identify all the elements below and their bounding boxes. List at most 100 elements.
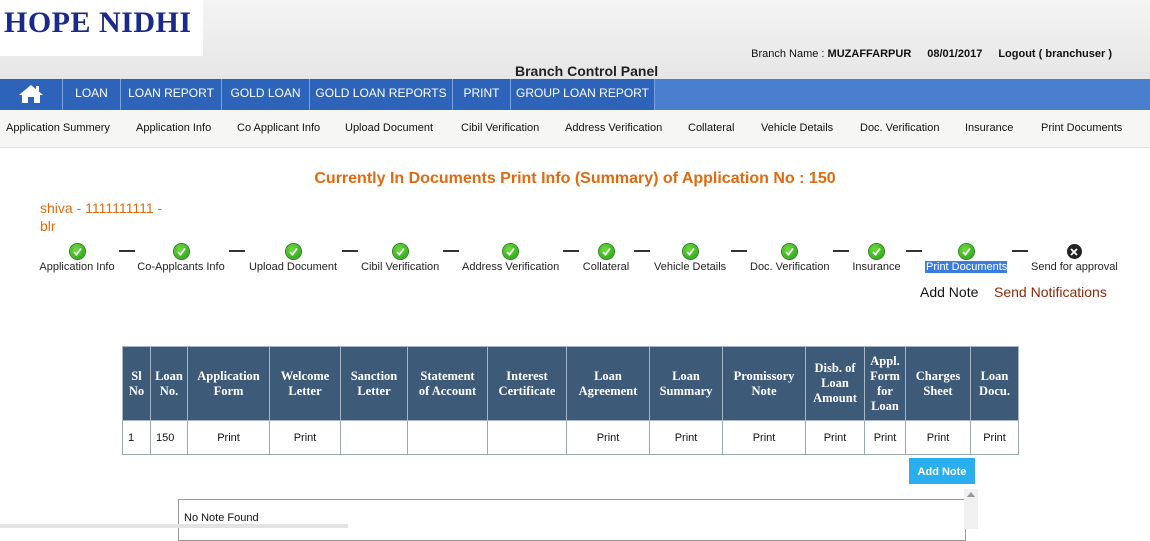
step-label: Upload Document bbox=[248, 261, 338, 273]
subnav-upload-document[interactable]: Upload Document bbox=[345, 122, 433, 134]
notes-list[interactable]: No Note Found bbox=[178, 499, 966, 541]
subnav-address-verification[interactable]: Address Verification bbox=[565, 122, 662, 134]
step-label: Co-Applcants Info bbox=[137, 261, 225, 273]
empty-notes-text: No Note Found bbox=[184, 512, 259, 524]
scroll-up-icon[interactable] bbox=[967, 492, 975, 497]
step-cibil-verification[interactable]: Cibil Verification bbox=[361, 244, 439, 273]
print-appl-form-link[interactable]: Print bbox=[864, 420, 906, 455]
notes-scrollbar[interactable] bbox=[964, 489, 978, 529]
check-icon bbox=[173, 244, 189, 259]
col-loan-no: Loan No. bbox=[150, 346, 188, 421]
current-date: 08/01/2017 bbox=[927, 48, 983, 60]
step-label: Address Verification bbox=[462, 261, 560, 273]
step-doc-verification[interactable]: Doc. Verification bbox=[750, 244, 830, 273]
applicant-line-2: blr bbox=[40, 218, 56, 234]
col-disb-of-loan-amount: Disb. of Loan Amount bbox=[805, 346, 865, 421]
step-print-documents[interactable]: Print Documents bbox=[925, 244, 1007, 273]
table-row: 1 150 Print Print Print Print Print Prin… bbox=[122, 420, 1019, 455]
step-connector bbox=[833, 250, 849, 252]
print-charges-sheet-link[interactable]: Print bbox=[905, 420, 971, 455]
main-nav: LOAN LOAN REPORT GOLD LOAN GOLD LOAN REP… bbox=[0, 79, 1150, 110]
page-heading: Currently In Documents Print Info (Summa… bbox=[314, 170, 836, 187]
col-loan-docu: Loan Docu. bbox=[970, 346, 1019, 421]
branch-label: Branch Name : bbox=[751, 48, 828, 60]
step-application-info[interactable]: Application Info bbox=[39, 244, 115, 273]
nav-loan-report[interactable]: LOAN REPORT bbox=[121, 79, 222, 110]
step-address-verification[interactable]: Address Verification bbox=[462, 244, 560, 273]
nav-gold-loan-reports[interactable]: GOLD LOAN REPORTS bbox=[310, 79, 453, 110]
branch-name: MUZAFFARPUR bbox=[827, 48, 912, 60]
applicant-line-1: shiva - 1111111111 - bbox=[40, 200, 163, 216]
check-icon bbox=[285, 244, 301, 259]
print-loan-summary-link[interactable]: Print bbox=[649, 420, 723, 455]
col-sanction-letter: Sanction Letter bbox=[340, 346, 408, 421]
print-promissory-note-link[interactable]: Print bbox=[722, 420, 806, 455]
step-collateral[interactable]: Collateral bbox=[582, 244, 630, 273]
application-subnav: Application Summery Application Info Co … bbox=[0, 110, 1150, 148]
subnav-collateral[interactable]: Collateral bbox=[688, 122, 734, 134]
send-notifications-link[interactable]: Send Notifications bbox=[994, 284, 1107, 300]
subnav-co-applicant-info[interactable]: Co Applicant Info bbox=[237, 122, 320, 134]
print-disb-loan-amount-link[interactable]: Print bbox=[805, 420, 865, 455]
print-welcome-letter-link[interactable]: Print bbox=[269, 420, 341, 455]
subnav-application-info[interactable]: Application Info bbox=[136, 122, 211, 134]
print-loan-agreement-link[interactable]: Print bbox=[566, 420, 650, 455]
step-insurance[interactable]: Insurance bbox=[851, 244, 902, 273]
print-loan-docu-link[interactable]: Print bbox=[970, 420, 1019, 455]
col-loan-summary: Loan Summary bbox=[649, 346, 723, 421]
step-label: Vehicle Details bbox=[654, 261, 727, 273]
subnav-application-summery[interactable]: Application Summery bbox=[6, 122, 110, 134]
step-connector bbox=[906, 250, 922, 252]
step-connector bbox=[731, 250, 747, 252]
nav-group-loan-report[interactable]: GROUP LOAN REPORT bbox=[511, 79, 655, 110]
step-connector bbox=[634, 250, 650, 252]
subnav-insurance[interactable]: Insurance bbox=[965, 122, 1013, 134]
nav-gold-loan[interactable]: GOLD LOAN bbox=[222, 79, 310, 110]
home-icon bbox=[19, 85, 43, 103]
documents-table: Sl No Loan No. Application Form Welcome Lett… bbox=[122, 346, 1019, 455]
col-sl-no: Sl No bbox=[122, 346, 151, 421]
cell-loan-no: 150 bbox=[150, 420, 188, 455]
nav-loan[interactable]: LOAN bbox=[63, 79, 121, 110]
step-connector bbox=[229, 250, 245, 252]
step-vehicle-details[interactable]: Vehicle Details bbox=[654, 244, 726, 273]
cell-interest-certificate bbox=[487, 420, 567, 455]
print-application-form-link[interactable]: Print bbox=[187, 420, 270, 455]
col-promissory-note: Promissory Note bbox=[722, 346, 806, 421]
step-label: Application Info bbox=[39, 261, 115, 273]
col-interest-certificate: Interest Certificate bbox=[487, 346, 567, 421]
home-button[interactable] bbox=[0, 79, 63, 110]
cell-sl-no: 1 bbox=[122, 420, 151, 455]
check-icon bbox=[392, 244, 408, 259]
applicant-info: shiva - 1111111111 - blr bbox=[40, 199, 162, 235]
branch-info: Branch Name : MUZAFFARPUR 08/01/2017 Logou… bbox=[751, 48, 1112, 60]
check-icon bbox=[502, 244, 518, 259]
table-header-row: Sl No Loan No. Application Form Welcome Lett… bbox=[122, 346, 1019, 421]
add-note-link[interactable]: Add Note bbox=[920, 284, 978, 300]
step-connector bbox=[119, 250, 135, 252]
logout-link[interactable]: Logout ( branchuser ) bbox=[998, 48, 1112, 60]
panel-title: Branch Control Panel bbox=[515, 63, 659, 79]
step-label: Insurance bbox=[852, 261, 901, 273]
col-appl-form-for-loan: Appl. Form for Loan bbox=[864, 346, 906, 421]
step-co-applicants-info[interactable]: Co-Applcants Info bbox=[137, 244, 225, 273]
col-application-form: Application Form bbox=[187, 346, 270, 421]
check-icon bbox=[598, 244, 614, 259]
subnav-cibil-verification[interactable]: Cibil Verification bbox=[461, 122, 539, 134]
step-label: Cibil Verification bbox=[361, 261, 440, 273]
step-label: Doc. Verification bbox=[750, 261, 830, 273]
step-send-for-approval[interactable]: Send for approval bbox=[1031, 244, 1118, 273]
col-charges-sheet: Charges Sheet bbox=[905, 346, 971, 421]
subnav-print-documents[interactable]: Print Documents bbox=[1041, 122, 1122, 134]
check-icon bbox=[958, 244, 974, 259]
cell-statement-of-account bbox=[407, 420, 488, 455]
add-note-button[interactable]: Add Note bbox=[909, 458, 975, 484]
col-statement-of-account: Statement of Account bbox=[407, 346, 488, 421]
subnav-doc-verification[interactable]: Doc. Verification bbox=[860, 122, 939, 134]
check-icon bbox=[69, 244, 85, 259]
step-connector bbox=[1012, 250, 1028, 252]
step-upload-document[interactable]: Upload Document bbox=[248, 244, 338, 273]
subnav-vehicle-details[interactable]: Vehicle Details bbox=[761, 122, 833, 134]
step-label: Send for approval bbox=[1031, 261, 1118, 273]
nav-print[interactable]: PRINT bbox=[453, 79, 511, 110]
